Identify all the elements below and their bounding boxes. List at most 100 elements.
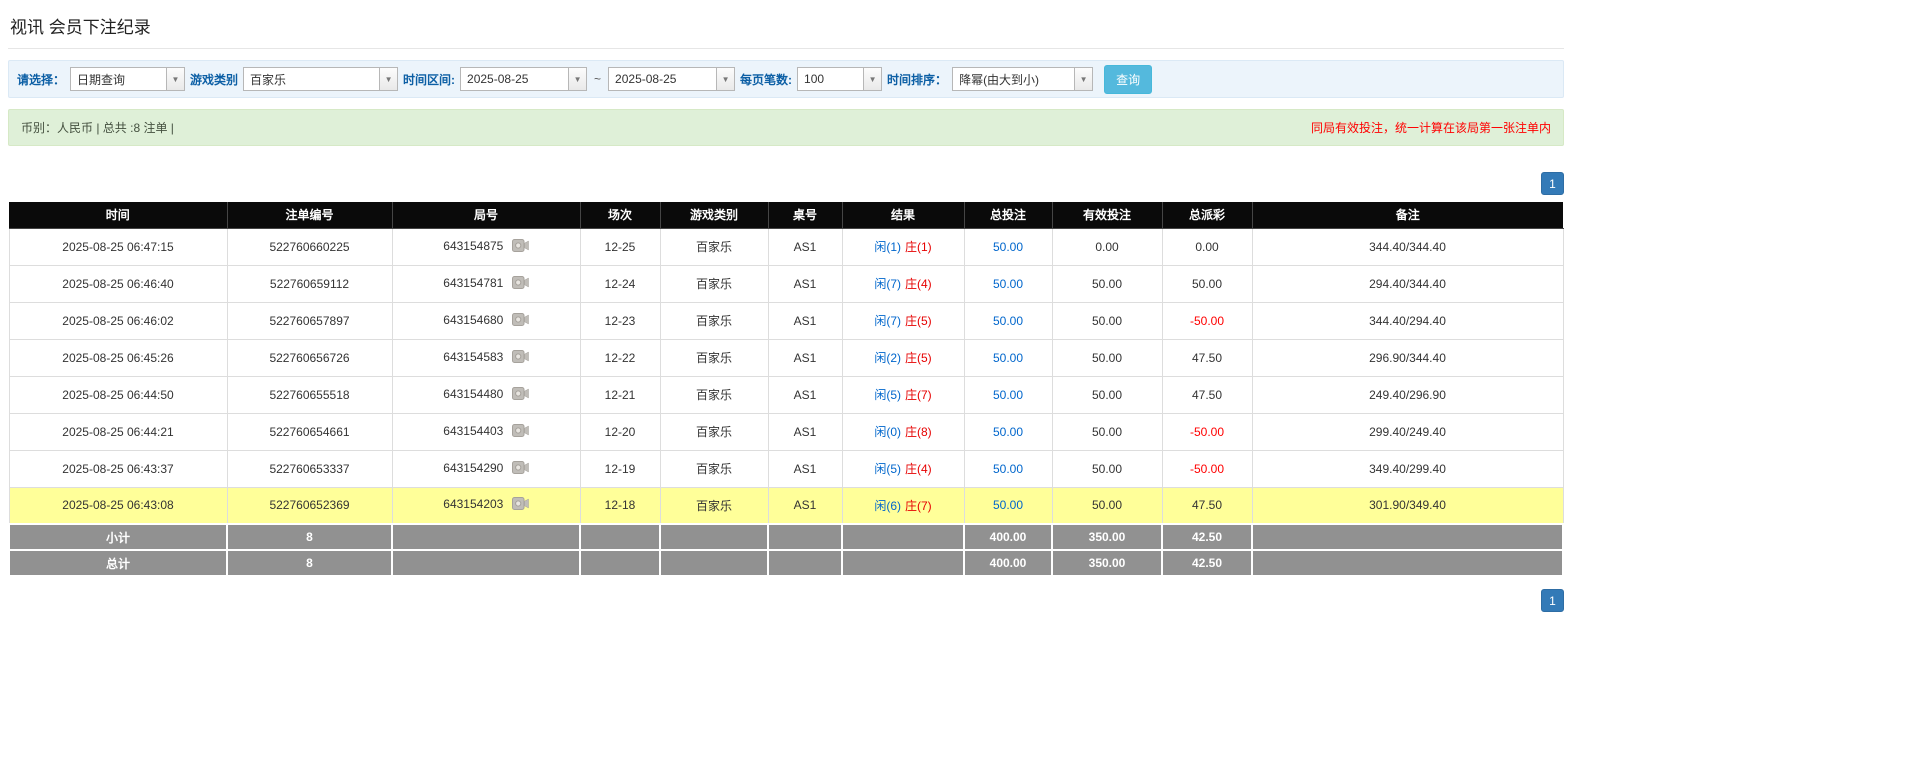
sort-order-input[interactable] <box>952 67 1074 91</box>
round-replay-icon[interactable] <box>512 461 529 477</box>
cell-bet-number: 522760653337 <box>227 450 392 487</box>
table-row: 2025-08-25 06:44:50 522760655518 6431544… <box>9 376 1563 413</box>
cell-result: 闲(1)庄(1) <box>842 228 964 265</box>
cell-payout: 0.00 <box>1162 228 1252 265</box>
cell-valid-bet: 50.00 <box>1052 339 1162 376</box>
cell-payout: 47.50 <box>1162 376 1252 413</box>
cell-table-number: AS1 <box>768 265 842 302</box>
chevron-down-icon[interactable]: ▼ <box>568 67 587 91</box>
query-type-combobox: ▼ <box>70 67 185 91</box>
date-from-input[interactable] <box>460 67 568 91</box>
chevron-down-icon[interactable]: ▼ <box>1074 67 1093 91</box>
round-number: 643154290 <box>443 461 503 475</box>
cell-game-type: 百家乐 <box>660 413 768 450</box>
chevron-down-icon[interactable]: ▼ <box>863 67 882 91</box>
cell-round-number: 643154583 <box>392 339 580 376</box>
result-player: 闲(6) <box>874 499 901 513</box>
table-row: 2025-08-25 06:45:26 522760656726 6431545… <box>9 339 1563 376</box>
empty-cell <box>1252 524 1563 550</box>
total-bet-link[interactable]: 50.00 <box>993 240 1023 254</box>
main-content: 视讯 会员下注纪录 请选择： ▼ 游戏类别 ▼ 时间区间: ▼ ~ ▼ 每页笔数… <box>8 0 1564 612</box>
column-header: 桌号 <box>768 202 842 228</box>
cell-game-type: 百家乐 <box>660 339 768 376</box>
round-number: 643154583 <box>443 350 503 364</box>
total-bet-link[interactable]: 50.00 <box>993 388 1023 402</box>
cell-valid-bet: 50.00 <box>1052 376 1162 413</box>
cell-remark: 344.40/344.40 <box>1252 228 1563 265</box>
cell-session: 12-20 <box>580 413 660 450</box>
round-replay-icon[interactable] <box>512 387 529 403</box>
result-player: 闲(5) <box>874 462 901 476</box>
page-size-input[interactable] <box>797 67 863 91</box>
total-payout: 42.50 <box>1162 550 1252 576</box>
chevron-down-icon[interactable]: ▼ <box>166 67 185 91</box>
result-banker: 庄(1) <box>905 240 932 254</box>
query-type-input[interactable] <box>70 67 166 91</box>
round-replay-icon[interactable] <box>512 239 529 255</box>
empty-cell <box>392 524 580 550</box>
total-bet-link[interactable]: 50.00 <box>993 277 1023 291</box>
page-header: 视讯 会员下注纪录 <box>8 0 1564 49</box>
cell-total-bet: 50.00 <box>964 450 1052 487</box>
round-replay-icon[interactable] <box>512 424 529 440</box>
page-title: 视讯 会员下注纪录 <box>10 13 1562 38</box>
search-button[interactable]: 查询 <box>1104 65 1152 94</box>
total-bet-link[interactable]: 50.00 <box>993 498 1023 512</box>
pagination-top: 1 <box>8 172 1564 195</box>
cell-time: 2025-08-25 06:46:40 <box>9 265 227 302</box>
cell-round-number: 643154480 <box>392 376 580 413</box>
summary-bar: 币别：人民币 | 总共 :8 注单 | 同局有效投注，统一计算在该局第一张注单内 <box>8 109 1564 146</box>
table-row: 2025-08-25 06:46:40 522760659112 6431547… <box>9 265 1563 302</box>
round-replay-icon[interactable] <box>512 313 529 329</box>
cell-game-type: 百家乐 <box>660 302 768 339</box>
sort-order-label: 时间排序： <box>887 71 947 88</box>
game-type-input[interactable] <box>243 67 379 91</box>
total-valid-bet: 350.00 <box>1052 550 1162 576</box>
cell-time: 2025-08-25 06:44:50 <box>9 376 227 413</box>
empty-cell <box>768 550 842 576</box>
cell-session: 12-18 <box>580 487 660 524</box>
subtotal-valid-bet: 350.00 <box>1052 524 1162 550</box>
cell-round-number: 643154680 <box>392 302 580 339</box>
cell-total-bet: 50.00 <box>964 228 1052 265</box>
cell-remark: 301.90/349.40 <box>1252 487 1563 524</box>
page-1-button[interactable]: 1 <box>1541 172 1564 195</box>
cell-round-number: 643154403 <box>392 413 580 450</box>
cell-result: 闲(6) 庄(7) <box>842 487 964 524</box>
cell-table-number: AS1 <box>768 413 842 450</box>
total-bet-link[interactable]: 50.00 <box>993 425 1023 439</box>
cell-game-type: 百家乐 <box>660 228 768 265</box>
total-bet-link[interactable]: 50.00 <box>993 314 1023 328</box>
cell-result: 闲(7)庄(5) <box>842 302 964 339</box>
cell-game-type: 百家乐 <box>660 450 768 487</box>
empty-cell <box>392 550 580 576</box>
range-separator: ~ <box>592 72 603 86</box>
cell-session: 12-25 <box>580 228 660 265</box>
empty-cell <box>1252 550 1563 576</box>
cell-bet-number: 522760659112 <box>227 265 392 302</box>
total-bet-link[interactable]: 50.00 <box>993 462 1023 476</box>
cell-round-number: 643154875 <box>392 228 580 265</box>
cell-table-number: AS1 <box>768 376 842 413</box>
cell-remark: 349.40/299.40 <box>1252 450 1563 487</box>
cell-valid-bet: 50.00 <box>1052 265 1162 302</box>
total-bet-link[interactable]: 50.00 <box>993 351 1023 365</box>
round-replay-icon[interactable] <box>512 350 529 366</box>
round-replay-icon[interactable] <box>512 497 529 513</box>
cell-valid-bet: 0.00 <box>1052 228 1162 265</box>
currency-total-info: 币别：人民币 | 总共 :8 注单 | <box>21 119 174 136</box>
cell-remark: 299.40/249.40 <box>1252 413 1563 450</box>
page-1-button[interactable]: 1 <box>1541 589 1564 612</box>
result-banker: 庄(7) <box>905 499 932 513</box>
table-body: 2025-08-25 06:47:15 522760660225 6431548… <box>9 228 1563 524</box>
round-replay-icon[interactable] <box>512 276 529 292</box>
empty-cell <box>580 550 660 576</box>
cell-payout: -50.00 <box>1162 413 1252 450</box>
table-row: 2025-08-25 06:47:15 522760660225 6431548… <box>9 228 1563 265</box>
cell-payout: 47.50 <box>1162 487 1252 524</box>
cell-session: 12-23 <box>580 302 660 339</box>
chevron-down-icon[interactable]: ▼ <box>379 67 398 91</box>
table-row: 2025-08-25 06:43:08 522760652369 6431542… <box>9 487 1563 524</box>
chevron-down-icon[interactable]: ▼ <box>716 67 735 91</box>
date-to-input[interactable] <box>608 67 716 91</box>
